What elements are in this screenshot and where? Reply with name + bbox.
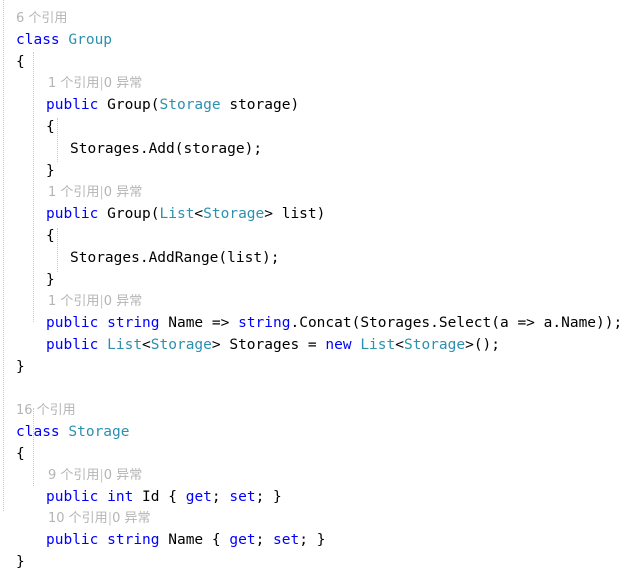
code-token-pl: < (194, 206, 204, 222)
code-token-kw: int (107, 489, 134, 505)
code-token-pl: { (46, 119, 55, 135)
code-token-pl: Group( (98, 206, 160, 222)
code-token-pl: ; } (299, 532, 326, 548)
code-line[interactable]: public string Name => string.Concat(Stor… (0, 312, 634, 334)
code-line[interactable]: class Group (0, 29, 634, 51)
code-token-pl: { (16, 446, 25, 462)
code-token-kw: get (185, 489, 212, 505)
code-line[interactable]: public string Name { get; set; } (0, 529, 634, 551)
code-line[interactable]: public int Id { get; set; } (0, 486, 634, 508)
code-token-kw: public (46, 532, 99, 548)
code-line[interactable]: Storages.Add(storage); (0, 138, 634, 160)
codelens-references[interactable]: 6 个引用 (16, 11, 67, 26)
code-line[interactable]: } (0, 269, 634, 291)
codelens-references[interactable]: 1 个引用 (48, 185, 99, 200)
code-token-kw: public (46, 489, 99, 505)
code-line-list: 6 个引用 class Group{1 个引用|0 异常 public Group(… (0, 8, 634, 573)
code-token-kw: public (46, 206, 99, 222)
code-token-pl: ; (211, 489, 230, 505)
code-token-kw: class (16, 32, 60, 48)
codelens-annotation[interactable]: 1 个引用|0 异常 (0, 182, 634, 203)
codelens-exceptions[interactable]: 0 异常 (104, 294, 142, 309)
code-editor-surface[interactable]: 6 个引用 class Group{1 个引用|0 异常 public Group(… (0, 0, 634, 570)
code-token-pl: Storages.Add(storage); (70, 141, 263, 157)
code-token-kw: get (229, 532, 256, 548)
code-token-kw: public (46, 97, 99, 113)
codelens-references[interactable]: 10 个引用 (48, 511, 108, 526)
code-line[interactable]: public Group(List<Storage> list) (0, 203, 634, 225)
code-line[interactable]: { (0, 443, 634, 465)
code-line[interactable]: public Group(Storage storage) (0, 94, 634, 116)
codelens-exceptions[interactable]: 0 异常 (104, 185, 142, 200)
code-token-kw: string (107, 532, 160, 548)
code-line[interactable]: { (0, 51, 634, 73)
code-line[interactable]: { (0, 225, 634, 247)
code-token-kw: string (238, 315, 291, 331)
codelens-annotation[interactable]: 6 个引用 (0, 8, 634, 29)
codelens-annotation[interactable]: 1 个引用|0 异常 (0, 291, 634, 312)
code-token-pl: } (16, 359, 25, 375)
code-token-kw: class (16, 424, 60, 440)
code-token-kw: string (107, 315, 160, 331)
code-token-pl: > Storages = (211, 337, 326, 353)
code-token-pl: >(); (465, 337, 501, 353)
code-token-kw: set (229, 489, 256, 505)
code-line[interactable]: Storages.AddRange(list); (0, 247, 634, 269)
codelens-exceptions[interactable]: 0 异常 (112, 511, 150, 526)
codelens-references[interactable]: 9 个引用 (48, 468, 99, 483)
code-token-pl: ; } (255, 489, 282, 505)
code-token-kw: public (46, 337, 99, 353)
code-token-pl: Group( (98, 97, 160, 113)
code-token-type: List (107, 337, 143, 353)
code-line[interactable]: class Storage (0, 421, 634, 443)
codelens-annotation[interactable]: 1 个引用|0 异常 (0, 73, 634, 94)
code-token-pl: } (46, 163, 55, 179)
code-token-pl: < (142, 337, 151, 353)
code-line[interactable]: public List<Storage> Storages = new List… (0, 334, 634, 356)
code-token-pl: storage) (220, 97, 300, 113)
code-token-pl: } (16, 554, 25, 570)
code-token-pl: { (46, 228, 55, 244)
code-line[interactable]: } (0, 356, 634, 378)
code-token-pl: Storages.AddRange(list); (70, 250, 280, 266)
code-token-kw: new (325, 337, 352, 353)
codelens-references[interactable]: 1 个引用 (48, 294, 99, 309)
code-token-type: List (360, 337, 396, 353)
code-line[interactable]: } (0, 160, 634, 182)
code-token-type: List (159, 206, 195, 222)
code-token-pl: > list) (264, 206, 326, 222)
code-token-type: Storage (403, 337, 466, 353)
codelens-references[interactable]: 16 个引用 (16, 403, 76, 418)
code-token-kw: set (273, 532, 300, 548)
codelens-exceptions[interactable]: 0 异常 (104, 76, 142, 91)
code-token-pl: Name { (159, 532, 230, 548)
code-line[interactable]: } (0, 551, 634, 573)
code-token-kw: public (46, 315, 99, 331)
code-line[interactable]: { (0, 116, 634, 138)
code-token-type: Storage (68, 424, 130, 440)
codelens-annotation[interactable]: 10 个引用|0 异常 (0, 508, 634, 529)
code-token-pl: Name => (159, 315, 239, 331)
codelens-annotation[interactable]: 16 个引用 (0, 400, 634, 421)
code-token-pl: < (395, 337, 404, 353)
codelens-exceptions[interactable]: 0 异常 (104, 468, 142, 483)
code-token-pl: ; (255, 532, 274, 548)
code-token-type: Storage (150, 337, 212, 353)
code-token-pl: .Concat(Storages.Select(a => a.Name)); (290, 315, 623, 331)
codelens-annotation[interactable]: 9 个引用|0 异常 (0, 465, 634, 486)
code-token-pl: { (16, 54, 25, 70)
code-token-type: Storage (203, 206, 265, 222)
code-token-type: Storage (159, 97, 221, 113)
codelens-references[interactable]: 1 个引用 (48, 76, 99, 91)
code-token-pl: } (46, 272, 55, 288)
code-token-type: Group (68, 32, 113, 48)
code-token-pl: Id { (133, 489, 186, 505)
